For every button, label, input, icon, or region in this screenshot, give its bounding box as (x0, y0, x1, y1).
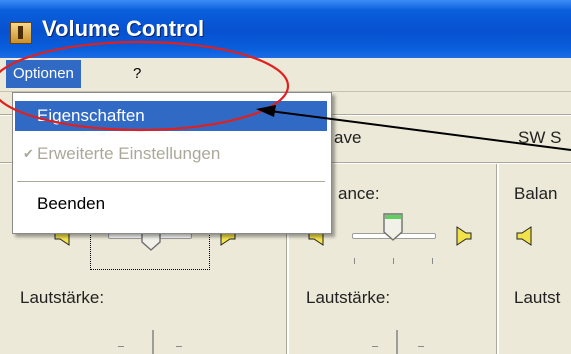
annotation-arrow-line (261, 109, 571, 151)
annotation-ellipse (0, 40, 290, 132)
annotation-overlay (0, 40, 571, 151)
